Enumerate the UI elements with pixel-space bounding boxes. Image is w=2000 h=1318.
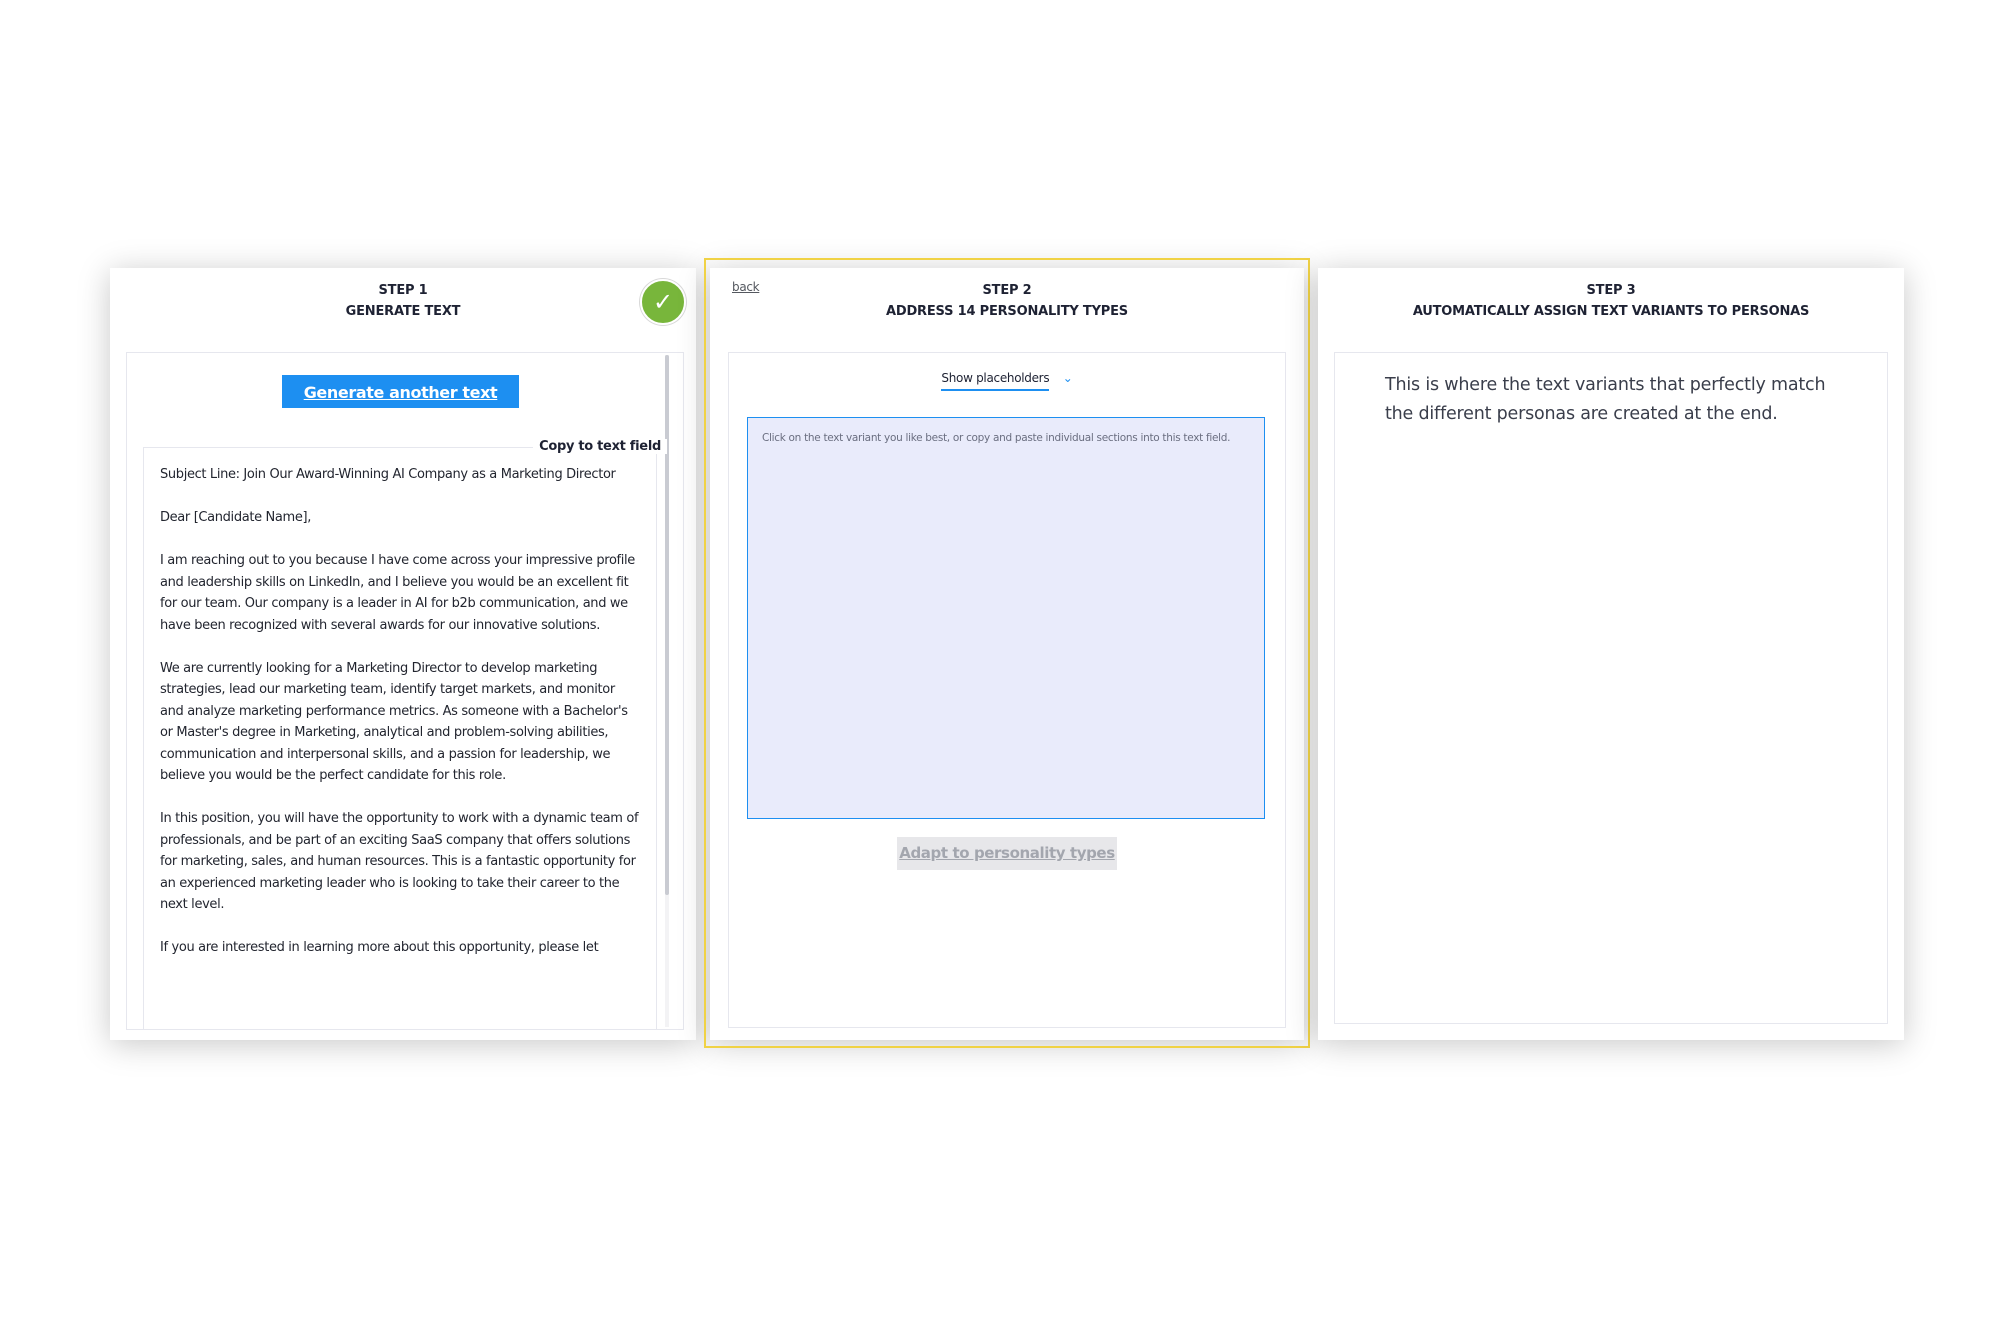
step2-panel: back STEP 2 ADDRESS 14 PERSONALITY TYPES…: [710, 268, 1304, 1040]
generate-another-text-button[interactable]: Generate another text: [282, 375, 519, 408]
scrollbar-thumb[interactable]: [665, 355, 669, 895]
step1-header: STEP 1 GENERATE TEXT: [110, 280, 696, 322]
step3-description: This is where the text variants that per…: [1385, 375, 1826, 424]
generated-text-box[interactable]: Subject Line: Join Our Award-Winning AI …: [143, 447, 657, 1029]
step1-panel: STEP 1 GENERATE TEXT ✓ Generate another …: [110, 268, 696, 1040]
step3-panel: STEP 3 AUTOMATICALLY ASSIGN TEXT VARIANT…: [1318, 268, 1904, 1040]
show-placeholders-toggle: Show placeholders ⌄: [729, 371, 1285, 391]
chevron-down-icon: ⌄: [1062, 371, 1073, 385]
step3-title: AUTOMATICALLY ASSIGN TEXT VARIANTS TO PE…: [1412, 304, 1810, 319]
step2-header: STEP 2 ADDRESS 14 PERSONALITY TYPES: [710, 280, 1304, 322]
show-placeholders-label: Show placeholders: [941, 371, 1050, 391]
adapt-to-personality-types-button: Adapt to personality types: [897, 837, 1117, 870]
show-placeholders-button[interactable]: Show placeholders ⌄: [941, 371, 1073, 391]
copy-to-text-field-link[interactable]: Copy to text field: [533, 439, 667, 454]
step3-header: STEP 3 AUTOMATICALLY ASSIGN TEXT VARIANT…: [1318, 280, 1904, 322]
step3-label: STEP 3: [1586, 283, 1636, 298]
step2-content: Show placeholders ⌄ Click on the text va…: [728, 352, 1286, 1028]
step1-title: GENERATE TEXT: [345, 304, 461, 319]
step2-label: STEP 2: [982, 283, 1032, 298]
personality-text-field[interactable]: Click on the text variant you like best,…: [747, 417, 1265, 819]
step1-label: STEP 1: [378, 283, 428, 298]
step2-title: ADDRESS 14 PERSONALITY TYPES: [886, 304, 1128, 319]
generated-letter-text: Subject Line: Join Our Award-Winning AI …: [160, 467, 639, 955]
step1-content: Generate another text Copy to text field…: [126, 352, 684, 1030]
step3-content: This is where the text variants that per…: [1334, 352, 1888, 1024]
checkmark-icon: ✓: [640, 279, 686, 325]
